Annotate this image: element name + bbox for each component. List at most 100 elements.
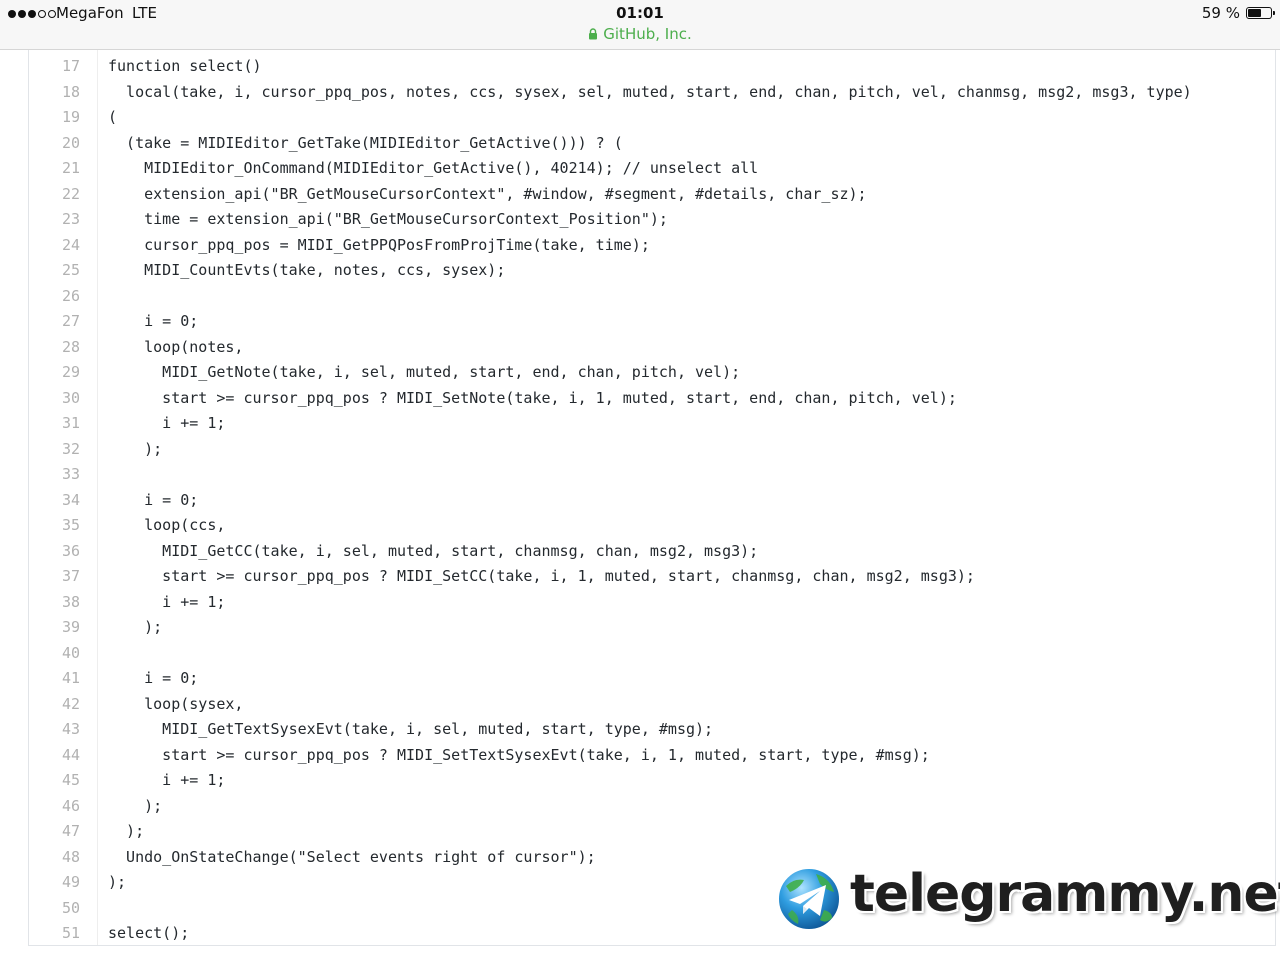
code-line: 34 i = 0; [29,488,1192,514]
line-number[interactable]: 23 [29,207,80,233]
line-number[interactable]: 39 [29,615,80,641]
line-code: ); [108,822,145,840]
code-line: 31 i += 1; [29,411,1192,437]
watermark-text: telegrammy.net [850,864,1280,924]
line-number[interactable]: 31 [29,411,80,437]
battery-tip [1273,11,1275,15]
code-line: 36 MIDI_GetCC(take, i, sel, muted, start… [29,539,1192,565]
code-line: 30 start >= cursor_ppq_pos ? MIDI_SetNot… [29,386,1192,412]
code-line: 22 extension_api("BR_GetMouseCursorConte… [29,182,1192,208]
line-number[interactable]: 49 [29,870,80,896]
line-code: MIDIEditor_OnCommand(MIDIEditor_GetActiv… [108,159,759,177]
code-line: 47 ); [29,819,1192,845]
code-line: 41 i = 0; [29,666,1192,692]
site-name: GitHub, Inc. [603,25,692,43]
line-code: local(take, i, cursor_ppq_pos, notes, cc… [108,82,1192,101]
code-line: 28 loop(notes, [29,335,1192,361]
code-line: 33 [29,462,1192,488]
telegram-globe-icon [777,867,841,931]
code-line: 46 ); [29,794,1192,820]
code-line: 40 [29,641,1192,667]
code-line: 43 MIDI_GetTextSysexEvt(take, i, sel, mu… [29,717,1192,743]
code-line: 21 MIDIEditor_OnCommand(MIDIEditor_GetAc… [29,156,1192,182]
line-number[interactable]: 17 [29,54,80,80]
line-number[interactable]: 25 [29,258,80,284]
code-line: 27 i = 0; [29,309,1192,335]
line-number[interactable]: 48 [29,845,80,871]
code-line: 18 local(take, i, cursor_ppq_pos, notes,… [29,80,1192,106]
line-number[interactable]: 41 [29,666,80,692]
line-code: i += 1; [108,414,226,432]
line-number[interactable]: 40 [29,641,80,667]
line-code: loop(ccs, [108,516,226,534]
line-code: MIDI_GetNote(take, i, sel, muted, start,… [108,363,741,381]
line-code: ); [108,796,163,815]
code-line: 42 loop(sysex, [29,692,1192,718]
code-line: 45 i += 1; [29,768,1192,794]
line-number[interactable]: 19 [29,105,80,131]
line-code: i = 0; [108,669,199,687]
line-number[interactable]: 30 [29,386,80,412]
line-code: ); [108,618,163,636]
line-code: MIDI_CountEvts(take, notes, ccs, sysex); [108,261,506,279]
line-number[interactable]: 32 [29,437,80,463]
code-view[interactable]: 17 function select() 18 local(take, i, cur… [28,50,1276,946]
line-number[interactable]: 42 [29,692,80,718]
line-number[interactable]: 33 [29,462,80,488]
line-number[interactable]: 29 [29,360,80,386]
battery-icon [1246,7,1275,19]
battery-indicator: 59 % [1201,4,1275,22]
line-code: start >= cursor_ppq_pos ? MIDI_SetNote(t… [108,388,957,407]
code-line: 35 loop(ccs, [29,513,1192,539]
line-number[interactable]: 24 [29,233,80,259]
line-code: cursor_ppq_pos = MIDI_GetPPQPosFromProjT… [108,235,650,254]
line-code: select(); [108,924,190,942]
line-code: i += 1; [108,592,226,611]
code-line: 24 cursor_ppq_pos = MIDI_GetPPQPosFromPr… [29,233,1192,259]
line-number[interactable]: 26 [29,284,80,310]
line-number[interactable]: 43 [29,717,80,743]
line-number[interactable]: 21 [29,156,80,182]
battery-percent: 59 % [1201,4,1240,22]
line-code: MIDI_GetTextSysexEvt(take, i, sel, muted… [108,720,714,738]
line-number[interactable]: 37 [29,564,80,590]
line-number[interactable]: 28 [29,335,80,361]
line-code: function select() [108,57,262,75]
code-line: 38 i += 1; [29,590,1192,616]
line-number[interactable]: 38 [29,590,80,616]
code-line: 37 start >= cursor_ppq_pos ? MIDI_SetCC(… [29,564,1192,590]
line-code: i = 0; [108,312,199,330]
line-code: loop(notes, [108,337,244,356]
code-line: 29 MIDI_GetNote(take, i, sel, muted, sta… [29,360,1192,386]
site-indicator[interactable]: GitHub, Inc. [0,25,1280,43]
line-number[interactable]: 35 [29,513,80,539]
line-number[interactable]: 46 [29,794,80,820]
line-number[interactable]: 47 [29,819,80,845]
watermark: telegrammy.net [774,864,1280,936]
line-code: (take = MIDIEditor_GetTake(MIDIEditor_Ge… [108,133,623,152]
code-line: 19 ( [29,105,1192,131]
line-code: i = 0; [108,490,199,509]
line-number[interactable]: 18 [29,80,80,106]
line-code: i += 1; [108,771,226,789]
line-number[interactable]: 36 [29,539,80,565]
line-code: time = extension_api("BR_GetMouseCursorC… [108,210,668,228]
line-number[interactable]: 27 [29,309,80,335]
line-number[interactable]: 20 [29,131,80,157]
code-lines: 17 function select() 18 local(take, i, cur… [29,54,1192,945]
code-line: 20 (take = MIDIEditor_GetTake(MIDIEditor… [29,131,1192,157]
line-number[interactable]: 45 [29,768,80,794]
line-number[interactable]: 50 [29,896,80,922]
line-code: start >= cursor_ppq_pos ? MIDI_SetTextSy… [108,745,930,764]
line-code: MIDI_GetCC(take, i, sel, muted, start, c… [108,541,759,560]
line-number[interactable]: 34 [29,488,80,514]
code-line: 25 MIDI_CountEvts(take, notes, ccs, syse… [29,258,1192,284]
code-line: 32 ); [29,437,1192,463]
line-number[interactable]: 22 [29,182,80,208]
line-code: ( [108,108,118,126]
line-code: start >= cursor_ppq_pos ? MIDI_SetCC(tak… [108,567,975,585]
line-number[interactable]: 51 [29,921,80,945]
line-number[interactable]: 44 [29,743,80,769]
line-code: Undo_OnStateChange("Select events right … [108,847,596,866]
line-code: ); [108,873,127,891]
